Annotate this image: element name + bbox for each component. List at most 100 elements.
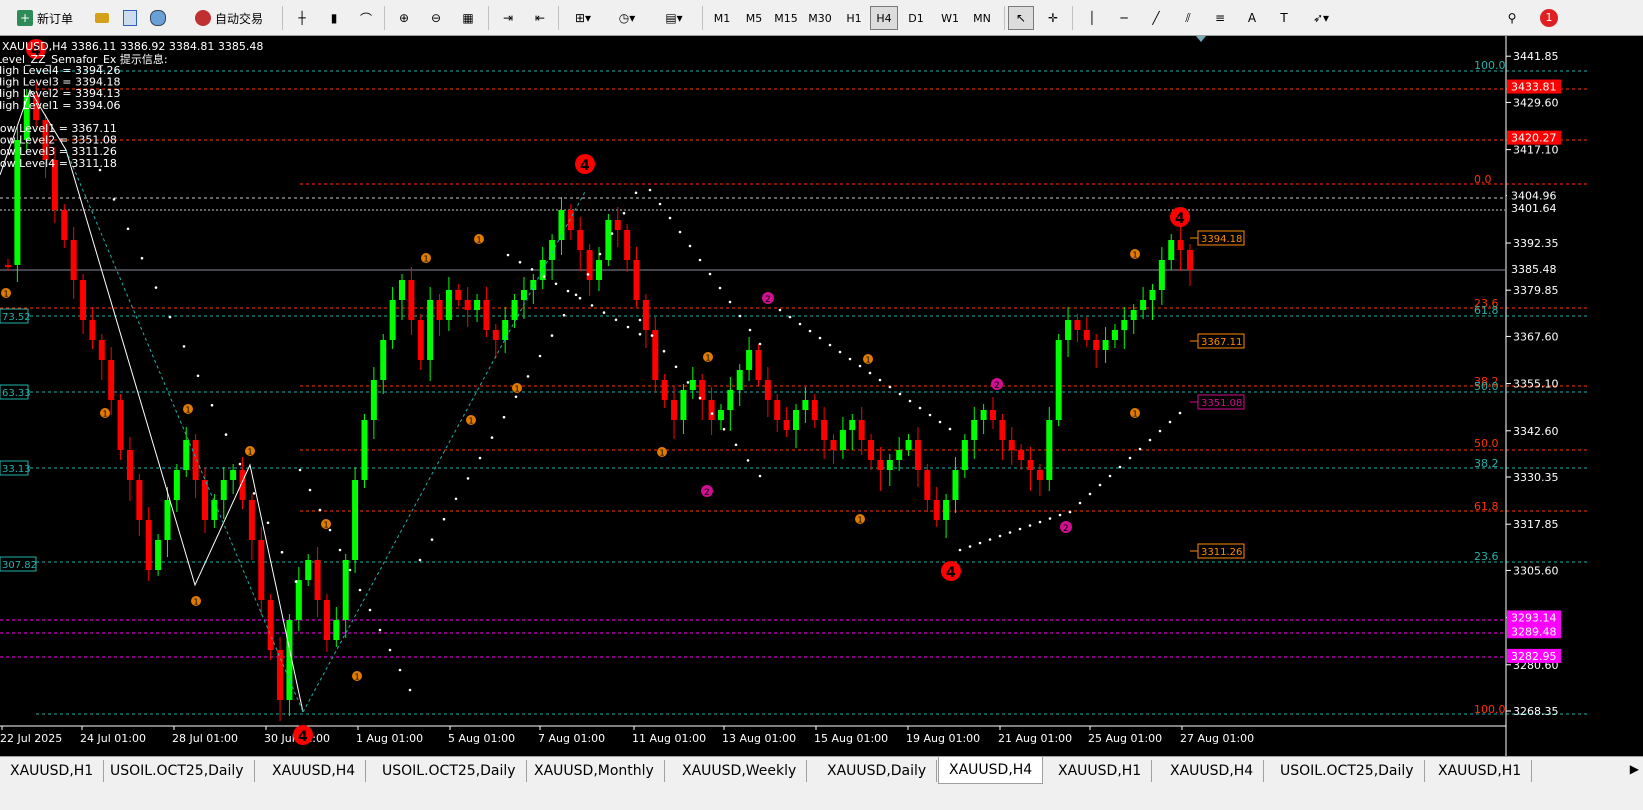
chart-tab[interactable]: XAUUSD,H1 — [0, 760, 105, 782]
envelope-dot — [574, 293, 578, 297]
envelope-dot — [718, 286, 722, 290]
zoom-in-icon[interactable]: ⊕ — [392, 6, 416, 30]
time-axis-label: 1 Aug 01:00 — [356, 732, 423, 745]
candle-body — [1074, 320, 1081, 330]
cursor-icon[interactable]: ↖ — [1008, 6, 1034, 30]
chart-tab[interactable]: XAUUSD,Monthly — [524, 760, 665, 782]
envelope-dot — [562, 313, 566, 317]
indicators-dropdown-icon[interactable]: ⊞▾ — [566, 6, 600, 30]
price-tag-label: 3289.48 — [1511, 625, 1557, 638]
price-chart[interactable]: 3441.85 3429.60 3417.10 3404.96 3392.35 3379.… — [0, 36, 1643, 756]
templates-dropdown-icon[interactable]: ▤▾ — [654, 6, 694, 30]
fibonacci-icon[interactable]: ≡ — [1208, 6, 1232, 30]
text-label-icon[interactable]: T — [1272, 6, 1296, 30]
chart-background — [0, 36, 1643, 756]
trendline-icon[interactable]: ╱ — [1144, 6, 1168, 30]
timeframe-m5-button[interactable]: M5 — [740, 6, 768, 30]
crosshair-icon[interactable]: ✛ — [1040, 6, 1066, 30]
envelope-dot — [542, 275, 546, 278]
envelope-dot — [808, 329, 812, 333]
periods-dropdown-icon[interactable]: ◷▾ — [610, 6, 644, 30]
text-icon[interactable]: A — [1240, 6, 1264, 30]
chart-shift-icon[interactable]: ⇤ — [528, 6, 552, 30]
candle-body — [999, 420, 1006, 440]
line-chart-icon[interactable]: ⌒ — [354, 6, 378, 30]
navigator-icon[interactable] — [146, 6, 170, 30]
tile-windows-icon[interactable]: ▦ — [456, 6, 480, 30]
chart-tab[interactable]: XAUUSD,H4 — [938, 757, 1044, 784]
level-box-label: 3311.26 — [1201, 547, 1242, 558]
timeframe-d1-button[interactable]: D1 — [902, 6, 930, 30]
auto-trading-label: 自动交易 — [214, 11, 263, 26]
envelope-dot — [1138, 447, 1142, 451]
envelope-dot — [958, 548, 962, 552]
chart-tab[interactable]: USOIL.OCT25,Daily — [1270, 760, 1425, 782]
envelope-dot — [848, 357, 852, 361]
chart-tab[interactable]: XAUUSD,H4 — [1160, 760, 1265, 782]
candle-body — [417, 320, 424, 360]
semafor-level2-text: 2 — [1063, 524, 1069, 534]
fib-level-label: 100.0 — [1474, 59, 1506, 72]
horizontal-line-icon[interactable]: ─ — [1112, 6, 1136, 30]
timeframe-m15-button[interactable]: M15 — [772, 6, 800, 30]
semafor-level1-text: 1 — [1133, 251, 1138, 260]
candle-body — [858, 420, 865, 440]
zoom-out-icon[interactable]: ⊖ — [424, 6, 448, 30]
candle-body — [483, 300, 490, 330]
timeframe-h4-button[interactable]: H4 — [870, 6, 898, 30]
indicator-info-line: Low Level4 = 3311.18 — [0, 157, 117, 170]
candle-body — [136, 480, 143, 520]
chart-tab[interactable]: USOIL.OCT25,Daily — [100, 760, 255, 782]
candle-body — [380, 340, 387, 380]
chart-tab[interactable]: XAUUSD,H1 — [1428, 760, 1533, 782]
timeframe-h1-button[interactable]: H1 — [840, 6, 868, 30]
price-tag-label: 3404.96 — [1511, 189, 1557, 202]
semafor-level2-text: 2 — [765, 295, 771, 305]
notifications-icon[interactable]: 1 — [1534, 6, 1564, 30]
fib-level-label: 0.0 — [1474, 173, 1492, 186]
candle-body — [1018, 450, 1025, 460]
envelope-dot — [868, 371, 872, 375]
envelope-dot — [1128, 456, 1132, 460]
arrows-dropdown-icon[interactable]: ➶▾ — [1304, 6, 1338, 30]
chart-tab[interactable]: XAUUSD,H1 — [1048, 760, 1153, 782]
data-window-icon[interactable] — [118, 6, 142, 30]
candle-body — [849, 420, 856, 430]
auto-trading-button[interactable]: 自动交易 — [182, 6, 276, 30]
envelope-dot — [662, 349, 666, 353]
tab-scroll-right-icon[interactable]: ▶ — [1630, 762, 1639, 776]
chart-tab[interactable]: XAUUSD,Daily — [817, 760, 938, 782]
envelope-dot — [358, 588, 362, 592]
envelope-dot — [266, 521, 270, 525]
fib-level-label: 61.8 — [1474, 304, 1499, 317]
candlestick-chart-icon[interactable]: ▮ — [322, 6, 346, 30]
timeframe-w1-button[interactable]: W1 — [936, 6, 964, 30]
chart-tab[interactable]: XAUUSD,H4 — [262, 760, 367, 782]
envelope-dot — [526, 375, 530, 378]
semafor-level1-text: 1 — [858, 516, 863, 525]
candle-body — [305, 560, 312, 580]
search-icon[interactable]: ⚲ — [1500, 6, 1524, 30]
timeframe-m1-button[interactable]: M1 — [708, 6, 736, 30]
chart-tab[interactable]: USOIL.OCT25,Daily — [372, 760, 527, 782]
chart-tab[interactable]: XAUUSD,Weekly — [672, 760, 808, 782]
envelope-dot — [710, 412, 714, 415]
level-box-label: 3394.18 — [1201, 234, 1242, 245]
envelope-dot — [748, 328, 752, 332]
candle-body — [492, 330, 499, 340]
envelope-dot — [554, 282, 558, 286]
candle-body — [596, 260, 602, 280]
market-watch-icon[interactable] — [90, 6, 114, 30]
new-order-button[interactable]: + 新订单 — [6, 6, 84, 30]
equidistant-channel-icon[interactable]: ⫽ — [1176, 6, 1200, 30]
price-axis-label: 3417.10 — [1513, 144, 1559, 157]
envelope-dot — [1148, 438, 1152, 442]
auto-scroll-icon[interactable]: ⇥ — [496, 6, 520, 30]
timeframe-mn-button[interactable]: MN — [968, 6, 996, 30]
envelope-dot — [622, 211, 626, 215]
vertical-line-icon[interactable]: │ — [1080, 6, 1104, 30]
candle-body — [914, 440, 921, 470]
price-axis-label: 3342.60 — [1513, 425, 1559, 438]
timeframe-m30-button[interactable]: M30 — [806, 6, 834, 30]
bar-chart-icon[interactable]: ┼ — [290, 6, 314, 30]
